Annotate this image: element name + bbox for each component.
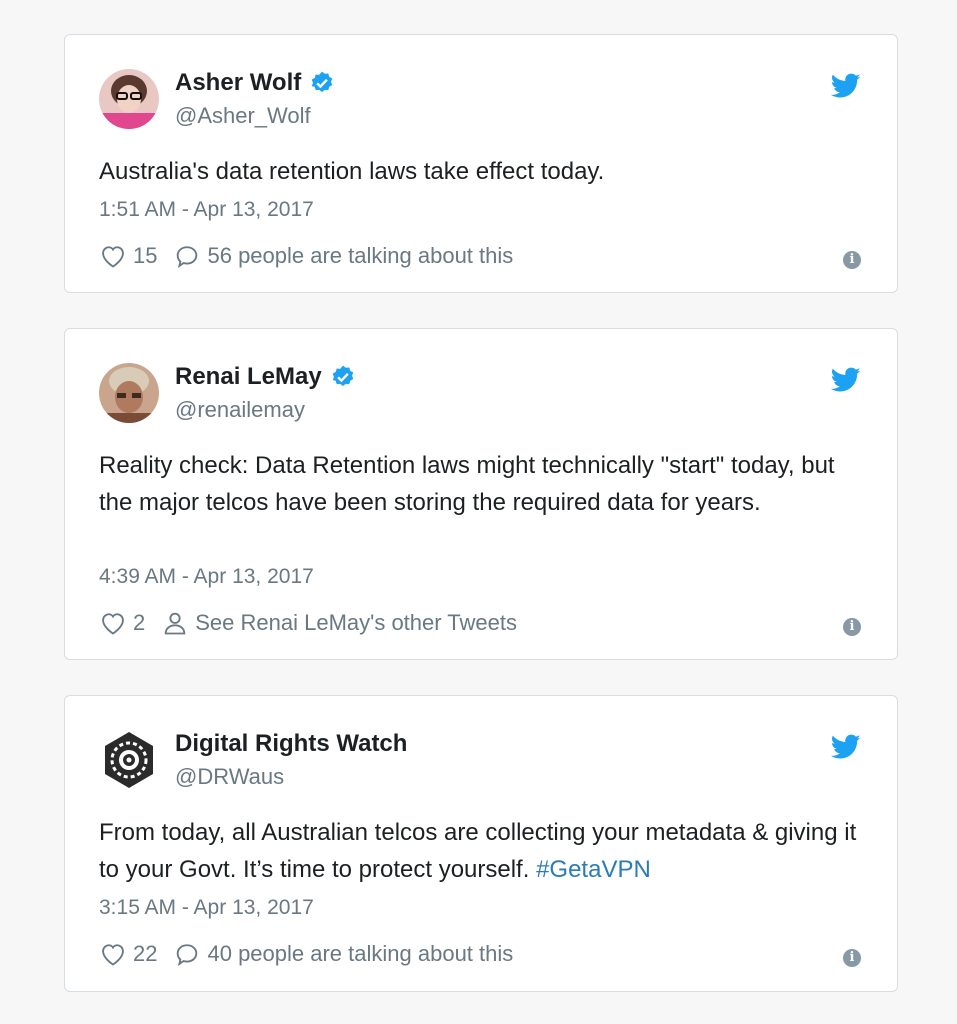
author-handle[interactable]: @DRWaus [175, 764, 284, 790]
avatar[interactable] [99, 363, 159, 423]
avatar[interactable] [99, 69, 159, 129]
info-icon[interactable]: i [843, 251, 861, 269]
tweet-timestamp[interactable]: 3:15 AM - Apr 13, 2017 [99, 896, 314, 920]
author-name[interactable]: Digital Rights Watch [175, 730, 407, 758]
author-name[interactable]: Asher Wolf [175, 69, 301, 97]
like-count[interactable]: 2 [133, 610, 145, 636]
tweet-actions: 2 See Renai LeMay's other Tweets [99, 609, 517, 637]
tweet-timestamp[interactable]: 4:39 AM - Apr 13, 2017 [99, 565, 314, 589]
twitter-bird-icon[interactable] [831, 734, 861, 760]
author-handle[interactable]: @renailemay [175, 397, 305, 423]
other-tweets-link[interactable]: See Renai LeMay's other Tweets [195, 610, 517, 636]
verified-badge-icon [332, 365, 354, 386]
heart-icon[interactable] [99, 940, 127, 968]
talking-count-link[interactable]: 40 people are talking about this [207, 941, 513, 967]
person-icon[interactable] [161, 609, 189, 637]
twitter-bird-icon[interactable] [831, 73, 861, 99]
verified-badge-icon [311, 71, 333, 92]
tweet-text: From today, all Australian telcos are co… [99, 814, 857, 888]
tweet-text-body: From today, all Australian telcos are co… [99, 819, 857, 883]
speech-bubble-icon[interactable] [173, 242, 201, 270]
tweet-card[interactable]: Renai LeMay @renailemay Reality check: D… [64, 328, 898, 660]
avatar[interactable] [99, 730, 159, 790]
author-name[interactable]: Renai LeMay [175, 363, 322, 391]
tweet-text: Australia's data retention laws take eff… [99, 158, 605, 185]
heart-icon[interactable] [99, 609, 127, 637]
hashtag-link[interactable]: #GetaVPN [536, 856, 651, 883]
info-icon[interactable]: i [843, 618, 861, 636]
tweet-actions: 15 56 people are talking about this [99, 242, 513, 270]
tweet-card[interactable]: Asher Wolf @Asher_Wolf Australia's data … [64, 34, 898, 293]
tweet-actions: 22 40 people are talking about this [99, 940, 513, 968]
like-count[interactable]: 15 [133, 243, 157, 269]
tweet-timestamp[interactable]: 1:51 AM - Apr 13, 2017 [99, 198, 314, 222]
tweet-card[interactable]: Digital Rights Watch @DRWaus From today,… [64, 695, 898, 992]
like-count[interactable]: 22 [133, 941, 157, 967]
info-icon[interactable]: i [843, 949, 861, 967]
author-handle[interactable]: @Asher_Wolf [175, 103, 311, 129]
heart-icon[interactable] [99, 242, 127, 270]
talking-count-link[interactable]: 56 people are talking about this [207, 243, 513, 269]
twitter-bird-icon[interactable] [831, 367, 861, 393]
speech-bubble-icon[interactable] [173, 940, 201, 968]
tweet-text: Reality check: Data Retention laws might… [99, 452, 835, 516]
